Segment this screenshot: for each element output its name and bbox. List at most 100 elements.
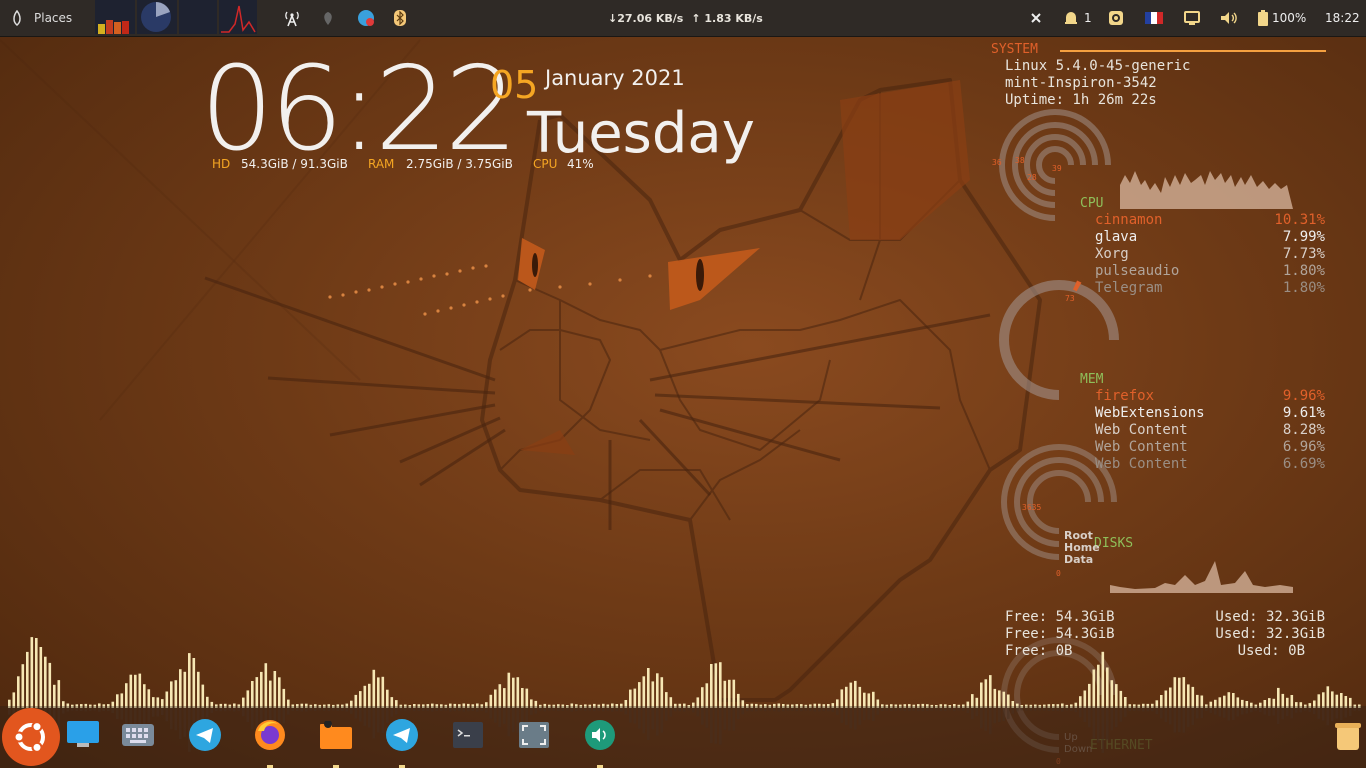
cpu-value: 41%	[567, 157, 594, 171]
close-icon[interactable]	[1030, 0, 1042, 36]
ram-value: 2.75GiB / 3.75GiB	[406, 157, 513, 171]
visualizer-bar	[1115, 684, 1118, 708]
visualizer-bar	[521, 688, 524, 708]
top-panel: Places ↓27.06 KB/s ↑ 1.83 KB/s 1 100% 18…	[0, 0, 1366, 37]
terminal-icon	[453, 722, 483, 748]
visualizer-bar	[858, 686, 862, 708]
notifications-applet[interactable]: 1	[1063, 0, 1092, 36]
files-icon	[320, 721, 352, 749]
disk-graph[interactable]	[95, 0, 135, 34]
disks-section-title: DISKS	[1094, 536, 1134, 551]
notification-count: 1	[1084, 11, 1092, 25]
show-desktop-launcher[interactable]	[66, 718, 100, 752]
desktop-icon	[67, 721, 99, 747]
visualizer-bar	[642, 676, 646, 708]
location-pin-icon[interactable]	[322, 0, 334, 36]
disk-label: Data	[1064, 553, 1094, 566]
visualizer-bar	[1169, 687, 1172, 708]
firefox-launcher[interactable]	[253, 718, 287, 752]
telegram-tray-icon[interactable]	[357, 0, 375, 36]
cpu-label: CPU	[533, 157, 558, 171]
telegram-launcher-2[interactable]	[385, 718, 419, 752]
clock-applet[interactable]: 18:22	[1325, 0, 1360, 36]
sound-launcher[interactable]	[583, 718, 617, 752]
visualizer-bar	[30, 637, 34, 708]
telegram-launcher[interactable]	[188, 718, 222, 752]
visualizer-bar	[516, 677, 520, 708]
visualizer-bar	[656, 673, 659, 708]
ram-label: RAM	[368, 157, 395, 171]
memory-graph[interactable]	[179, 0, 217, 34]
volume-icon[interactable]	[1220, 0, 1238, 36]
visualizer-bar	[372, 669, 376, 708]
display-icon[interactable]	[1184, 0, 1200, 36]
visualizer-bar	[638, 682, 641, 708]
visualizer-bar	[980, 682, 983, 708]
visualizer-bar	[1173, 677, 1177, 708]
keyboard-icon	[122, 724, 154, 746]
visualizer-bar	[39, 647, 43, 708]
onscreen-keyboard-launcher[interactable]	[121, 718, 155, 752]
battery-percent: 100%	[1272, 11, 1307, 25]
files-launcher[interactable]	[319, 718, 353, 752]
visualizer-bar	[710, 664, 713, 708]
bluetooth-icon[interactable]	[393, 0, 407, 36]
wifi-tower-icon[interactable]	[283, 0, 301, 36]
visualizer-bar	[507, 672, 511, 708]
capture-icon[interactable]	[1108, 0, 1124, 36]
menu-button[interactable]	[2, 708, 60, 766]
visualizer-bar	[377, 677, 380, 708]
visualizer-bar	[197, 671, 200, 708]
visualizer-bar	[192, 658, 196, 708]
visualizer-bar	[714, 663, 718, 708]
visualizer-bar	[251, 681, 254, 708]
trash-launcher[interactable]	[1331, 718, 1365, 752]
visualizer-bar	[503, 688, 506, 708]
places-menu[interactable]: Places	[10, 0, 72, 36]
telegram-icon	[189, 719, 221, 751]
screenshot-icon	[519, 722, 549, 748]
screenshot-launcher[interactable]	[517, 718, 551, 752]
disk-ring-value: 3635	[1022, 503, 1042, 512]
disk-ring-zero: 0	[1056, 569, 1061, 578]
visualizer-bar	[512, 677, 515, 708]
visualizer-bar	[134, 674, 137, 708]
ring-label-2: 39	[1052, 164, 1062, 173]
network-graph[interactable]	[219, 0, 257, 34]
panel-time: 18:22	[1325, 11, 1360, 25]
cpu-pie-graph[interactable]	[137, 0, 177, 34]
desktop-clock: 06:22	[200, 42, 518, 177]
visualizer-bar	[269, 680, 272, 708]
visualizer-bar	[368, 683, 371, 708]
keyboard-layout-flag-icon[interactable]	[1145, 0, 1163, 36]
visualizer-bar	[849, 682, 853, 708]
terminal-launcher[interactable]	[451, 718, 485, 752]
cpu-ring-value: 73	[1065, 294, 1075, 303]
battery-applet[interactable]: 100%	[1258, 0, 1306, 36]
places-label: Places	[34, 11, 73, 25]
ring-label-3: 28	[1027, 173, 1037, 182]
visualizer-bar	[1101, 651, 1105, 708]
volume-icon	[585, 720, 615, 750]
visualizer-bar	[845, 686, 848, 708]
visualizer-bar	[989, 675, 992, 708]
visualizer-bar	[1106, 667, 1109, 708]
visualizer-bar	[129, 674, 133, 708]
visualizer-bar	[21, 664, 25, 708]
visualizer-bar	[363, 685, 367, 708]
network-up-speed: ↑ 1.83 KB/s	[691, 11, 763, 25]
hd-value: 54.3GiB / 91.3GiB	[241, 157, 348, 171]
ring-label-0: 36	[992, 158, 1002, 167]
visualizer-bar	[728, 679, 731, 708]
day-number: 05	[490, 63, 539, 107]
leaf-icon	[13, 10, 21, 26]
visualizer-bar	[719, 662, 722, 708]
visualizer-bar	[138, 673, 142, 708]
visualizer-bar	[1191, 686, 1195, 708]
cpu-section-title: CPU	[1080, 196, 1104, 211]
visualizer-bar	[44, 656, 47, 708]
visualizer-bar	[498, 684, 502, 708]
visualizer-bar	[255, 677, 259, 708]
visualizer-bar	[723, 680, 727, 708]
visualizer-bar	[179, 669, 182, 708]
